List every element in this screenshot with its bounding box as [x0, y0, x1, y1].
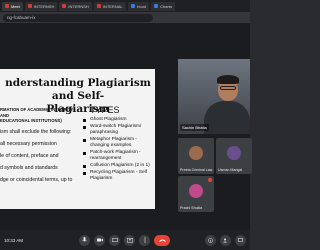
tab-internal[interactable]: INTERNAL: [93, 1, 126, 11]
mic-button[interactable]: [79, 234, 90, 246]
meet-icon: [5, 4, 9, 8]
tab-favicon: [96, 4, 101, 8]
leave-call-button[interactable]: [154, 234, 170, 246]
captions-icon: [111, 238, 118, 242]
speaker-hair: [217, 75, 239, 84]
chat-button[interactable]: [235, 234, 246, 246]
meeting-time: 10:33 AM: [4, 237, 24, 243]
avatar: [227, 146, 241, 160]
types-heading: TYPES: [90, 105, 120, 115]
participant-tile[interactable]: Preeta Criminal Law: [178, 138, 214, 174]
tab-label: INTERNAL: [102, 3, 123, 9]
speaker-video-tile[interactable]: Sachin Bhatia: [178, 59, 250, 134]
slide-source-line-1: RMATION OF ACADEMIC INTEGRITY AND: [0, 107, 74, 118]
types-column: TYPES Ghost Plagiarism Word-switch Plagi…: [82, 105, 154, 183]
people-button[interactable]: [220, 234, 231, 246]
meeting-controls: 10:33 AM: [0, 230, 250, 250]
tab-favicon: [62, 4, 67, 8]
info-button[interactable]: [205, 234, 216, 246]
tab-hood[interactable]: Hood: [127, 1, 150, 11]
tab-label: Meet: [11, 3, 20, 9]
tab-label: Charts: [160, 3, 172, 9]
speaker-glasses: [220, 86, 236, 90]
tab-label: INTERNSH: [33, 3, 55, 9]
tab-label: INTERNSH: [68, 3, 89, 9]
slide-left-item: d symbols and standards: [0, 164, 58, 171]
more-options-button[interactable]: [139, 234, 150, 246]
participant-tile[interactable]: Usman Mangal: [216, 138, 252, 174]
tab-meet[interactable]: Meet: [2, 1, 23, 11]
camera-button[interactable]: [94, 234, 105, 246]
chat-icon: [238, 237, 243, 242]
slide-left-column: RMATION OF ACADEMIC INTEGRITY AND EDUCAT…: [0, 107, 78, 189]
camera-icon: [96, 238, 103, 242]
types-item: Recycling Plagiarism - Self Plagiarism: [82, 170, 154, 182]
participant-name: Usman Mangal: [218, 168, 243, 172]
types-item: Patch-work Plagiarism - rearrangement: [82, 150, 154, 162]
speaker-name: Sachin Bhatia: [180, 124, 209, 131]
types-item: Ghost Plagiarism: [82, 117, 154, 123]
url-field[interactable]: ng-fcabuam-ix: [3, 13, 153, 22]
slide-left-item: all necessary permission: [0, 140, 57, 147]
browser-tab-bar: Meet INTERNSH INTERNSH INTERNAL Hood Cha…: [0, 0, 250, 12]
address-bar: ng-fcabuam-ix: [0, 12, 250, 23]
slide-source-line-2: EDUCATIONAL INSTITUTIONS): [0, 118, 62, 123]
mic-icon: [82, 237, 87, 242]
tab-internship-2[interactable]: INTERNSH: [59, 1, 92, 11]
tab-favicon: [27, 4, 32, 8]
slide-title-line-1: nderstanding Plagiarism and Self-: [5, 77, 151, 102]
participant-tile[interactable]: Prachi Shukla: [178, 176, 214, 212]
tab-internship-1[interactable]: INTERNSH: [24, 1, 58, 11]
present-icon: [126, 237, 133, 243]
slide-left-item: ism shall exclude the following:: [0, 128, 72, 135]
info-icon: [208, 237, 213, 243]
slide-left-item: le of content, preface and: [0, 152, 59, 159]
types-list: Ghost Plagiarism Word-switch Plagiarism/…: [82, 117, 154, 182]
avatar: [189, 184, 203, 198]
presentation-slide: nderstanding Plagiarism and Self- Plagia…: [0, 69, 155, 209]
participant-name: Preeta Criminal Law: [180, 168, 213, 172]
hang-up-icon: [158, 239, 166, 242]
mic-off-icon: [208, 178, 212, 182]
speaker-body: [204, 101, 250, 134]
tab-label: Hood: [136, 3, 147, 9]
slide-left-item: dge or coincidental terms, up to: [0, 176, 73, 183]
present-button[interactable]: [124, 234, 135, 246]
avatar: [189, 146, 203, 160]
people-icon: [222, 238, 227, 242]
meeting-stage: nderstanding Plagiarism and Self- Plagia…: [0, 23, 252, 230]
tab-charts[interactable]: Charts: [151, 1, 175, 11]
captions-button[interactable]: [109, 234, 120, 246]
participant-name: Prachi Shukla: [180, 206, 203, 210]
types-item: Collusion Plagiarism (2 in 1): [82, 163, 154, 169]
tab-favicon: [154, 4, 159, 8]
tab-favicon: [130, 4, 135, 8]
slide-source: RMATION OF ACADEMIC INTEGRITY AND EDUCAT…: [0, 107, 78, 124]
types-item: Word-switch Plagiarism/ paraphrasing: [82, 124, 154, 136]
types-item: Metaphor Plagiarism - changing examples: [82, 137, 154, 149]
more-icon: [143, 237, 146, 243]
